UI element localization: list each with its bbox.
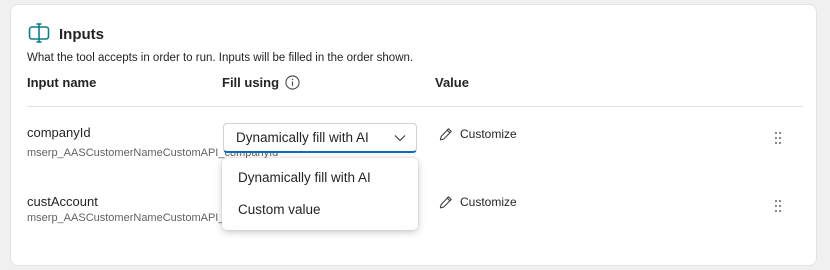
option-dynamically-fill-with-ai[interactable]: Dynamically fill with AI [222, 162, 418, 194]
fill-using-select[interactable]: Dynamically fill with AI [223, 123, 417, 153]
column-header-fill-using: Fill using [222, 75, 300, 90]
option-custom-value[interactable]: Custom value [222, 194, 418, 226]
chevron-down-icon [394, 134, 406, 141]
fill-using-select-value: Dynamically fill with AI [236, 130, 369, 145]
pencil-icon [439, 196, 452, 209]
section-description: What the tool accepts in order to run. I… [27, 52, 414, 64]
input-panel-icon [28, 23, 50, 43]
section-title: Inputs [59, 26, 104, 43]
customize-button[interactable]: Customize [439, 195, 517, 209]
fill-using-dropdown-menu: Dynamically fill with AI Custom value [222, 158, 418, 230]
input-name: custAccount [27, 194, 98, 209]
header-divider [27, 106, 803, 107]
customize-label: Customize [460, 127, 517, 141]
drag-handle-icon[interactable] [774, 199, 782, 213]
pencil-icon [439, 128, 452, 141]
input-name: companyId [27, 125, 91, 140]
column-header-input-name: Input name [27, 75, 97, 90]
drag-handle-icon[interactable] [774, 131, 782, 145]
info-icon[interactable] [285, 75, 300, 90]
column-header-value: Value [435, 75, 469, 90]
customize-button[interactable]: Customize [439, 127, 517, 141]
customize-label: Customize [460, 195, 517, 209]
column-header-fill-using-label: Fill using [222, 75, 280, 90]
